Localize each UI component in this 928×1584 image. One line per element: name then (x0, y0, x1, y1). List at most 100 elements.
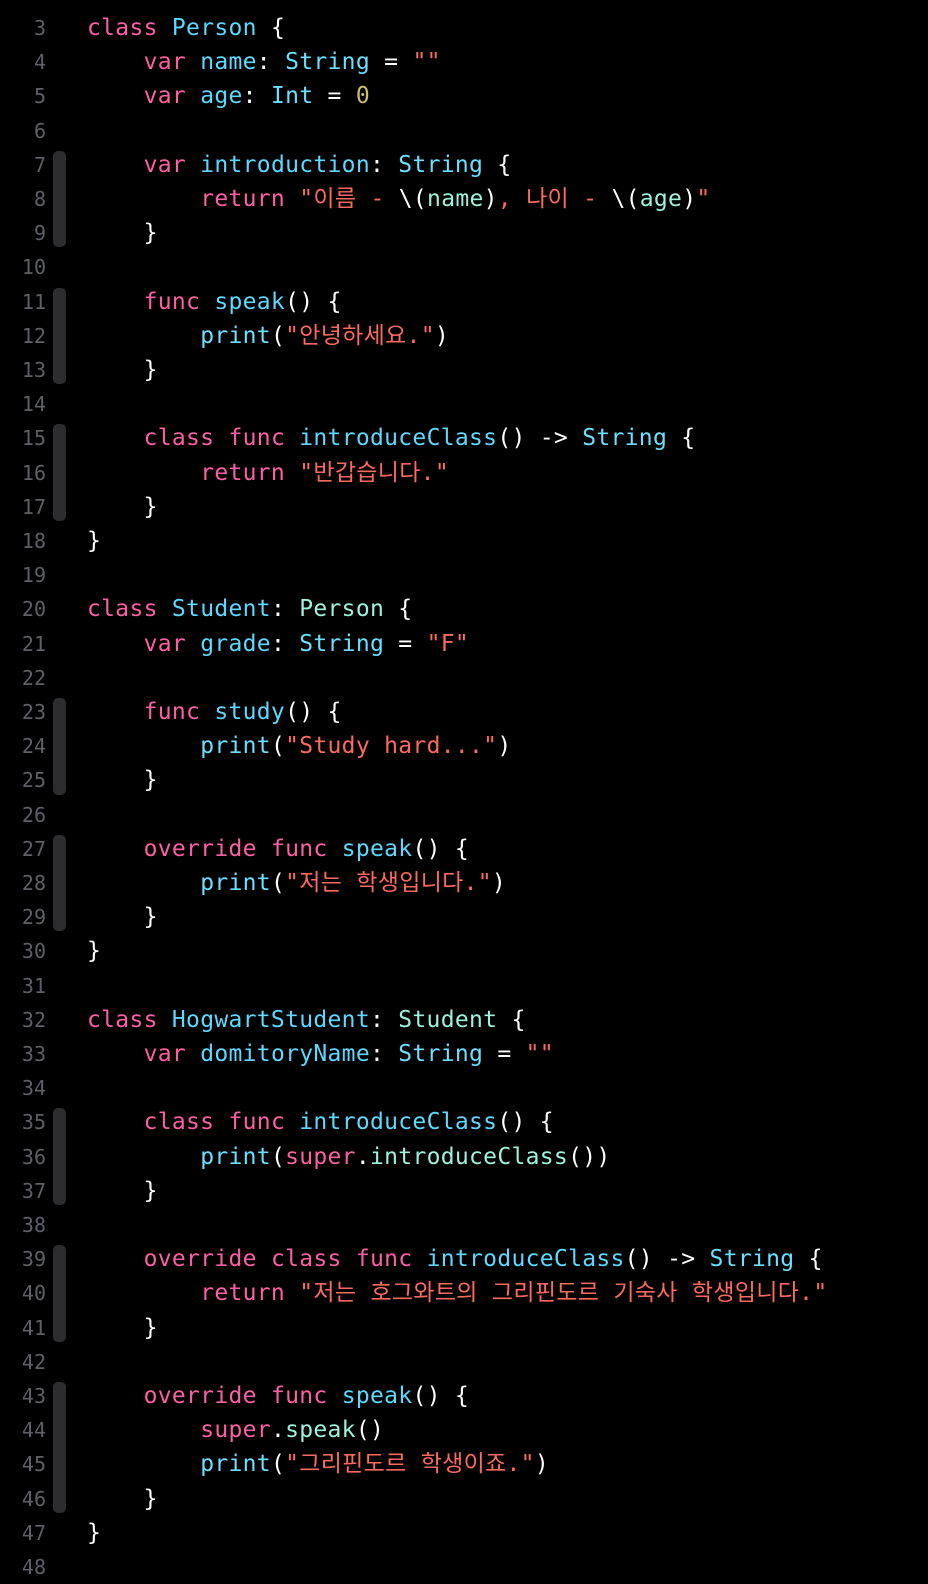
code-line[interactable]: 15 class func introduceClass() -> String… (0, 421, 928, 455)
code-line[interactable]: 16 return "반갑습니다." (0, 456, 928, 490)
code-token: 0 (355, 83, 371, 110)
code-fold-ribbon[interactable] (53, 424, 66, 521)
code-line[interactable]: 46 } (0, 1482, 928, 1516)
code-line[interactable]: 10 (0, 250, 928, 284)
code-text: class func introduceClass() -> String { (87, 421, 695, 455)
code-token: func (270, 835, 328, 862)
code-token: introduceClass (426, 1246, 625, 1273)
code-token: : (270, 596, 300, 623)
code-fold-ribbon[interactable] (53, 834, 66, 932)
code-token: var (143, 1041, 187, 1067)
code-line[interactable]: 8 return "이름 - \(name), 나이 - \(age)" (0, 182, 928, 216)
code-line[interactable]: 29 } (0, 900, 928, 934)
code-line[interactable]: 30} (0, 934, 928, 968)
code-fold-ribbon[interactable] (53, 1108, 66, 1205)
line-number: 16 (21, 460, 46, 485)
code-text: override func speak() { (87, 832, 469, 866)
code-line[interactable]: 18} (0, 524, 928, 558)
code-line[interactable]: 5 var age: Int = 0 (0, 79, 928, 113)
code-token: name (427, 186, 484, 212)
code-token: ) (497, 733, 512, 760)
code-text: print("Study hard...") (87, 729, 511, 763)
code-line[interactable]: 32 class HogwartStudent: Student { (0, 1003, 928, 1037)
code-token: : (242, 83, 271, 110)
code-line[interactable]: 11 func speak() { (0, 285, 928, 319)
code-line[interactable]: 38 (0, 1208, 928, 1242)
code-line[interactable]: 35 class func introduceClass() { (0, 1105, 928, 1139)
code-token: } (87, 904, 158, 931)
line-number: 20 (21, 597, 46, 622)
code-line[interactable]: 7 var introduction: String { (0, 148, 928, 182)
code-token: "그리핀도르 학생이죠." (285, 1451, 535, 1478)
code-line[interactable]: 27 override func speak() { (0, 832, 928, 866)
code-fold-ribbon[interactable] (53, 287, 66, 385)
code-line[interactable]: 19 (0, 558, 928, 592)
code-fold-ribbon[interactable] (53, 1245, 66, 1342)
code-line[interactable]: 22 (0, 661, 928, 695)
code-token: func (228, 1109, 286, 1136)
code-token: class (87, 15, 158, 41)
code-line[interactable]: 14 (0, 387, 928, 421)
code-line[interactable]: 26 (0, 798, 928, 832)
code-token: class (270, 1246, 342, 1273)
code-token: introduceClass (299, 1109, 498, 1136)
code-line[interactable]: 41 } (0, 1311, 928, 1345)
code-line[interactable]: 40 return "저는 호그와트의 그리핀도르 기숙사 학생입니다." (0, 1276, 928, 1310)
code-line[interactable]: 47} (0, 1516, 928, 1550)
code-line[interactable]: 3 class Person { (0, 11, 928, 45)
code-line[interactable]: 24 print("Study hard...") (0, 729, 928, 763)
code-line[interactable]: 25 } (0, 763, 928, 797)
code-line[interactable]: 37 } (0, 1174, 928, 1208)
code-line[interactable]: 39 override class func introduceClass() … (0, 1242, 928, 1276)
code-text: return "이름 - \(name), 나이 - \(age)" (87, 182, 711, 216)
code-line[interactable]: 36 print(super.introduceClass()) (0, 1140, 928, 1174)
code-token: func (143, 288, 201, 315)
line-number: 29 (21, 905, 46, 930)
code-line[interactable]: 6 (0, 114, 928, 148)
code-text: override class func introduceClass() -> … (87, 1242, 823, 1276)
code-token: { (483, 151, 512, 178)
code-text: func speak() { (87, 285, 342, 319)
code-line[interactable]: 4 var name: String = "" (0, 45, 928, 79)
code-line[interactable]: 23 func study() { (0, 695, 928, 729)
code-text: } (87, 216, 158, 250)
code-line[interactable]: 21 var grade: String = "F" (0, 627, 928, 661)
code-token: return (200, 186, 286, 212)
code-line[interactable]: 12 print("안녕하세요.") (0, 319, 928, 353)
code-line[interactable]: 20 class Student: Person { (0, 592, 928, 626)
code-fold-ribbon[interactable] (53, 698, 66, 795)
code-token: Student (171, 596, 271, 623)
code-line[interactable]: 42 (0, 1345, 928, 1379)
code-line[interactable]: 34 (0, 1071, 928, 1105)
code-line[interactable]: 45 print("그리핀도르 학생이죠.") (0, 1447, 928, 1481)
code-token: String (709, 1246, 795, 1273)
line-number: 4 (33, 50, 46, 75)
code-line[interactable]: 31 (0, 969, 928, 1003)
code-token: study (214, 699, 286, 725)
code-fold-ribbon[interactable] (53, 150, 66, 248)
code-line[interactable]: 33 var domitoryName: String = "" (0, 1037, 928, 1071)
code-line[interactable]: 44 super.speak() (0, 1413, 928, 1447)
code-line[interactable]: 48 (0, 1550, 928, 1584)
code-line[interactable]: 28 print("저는 학생입니다.") (0, 866, 928, 900)
code-token: name (200, 49, 257, 76)
code-token: ( (270, 1143, 286, 1170)
line-number: 13 (21, 358, 46, 382)
code-line[interactable]: 9 } (0, 216, 928, 250)
code-token: ) (534, 1451, 549, 1478)
code-line[interactable]: 17 } (0, 490, 928, 524)
code-fold-ribbon[interactable] (53, 1382, 66, 1513)
code-text: class func introduceClass() { (87, 1105, 554, 1139)
code-token: ) (491, 870, 507, 896)
code-line[interactable]: 43 override func speak() { (0, 1379, 928, 1413)
line-number: 26 (21, 802, 46, 827)
code-line[interactable]: 13 } (0, 353, 928, 387)
code-editor[interactable]: 3 class Person {4 var name: String = "" 5 … (0, 0, 928, 1579)
code-token: "저는 학생입니다." (285, 870, 492, 896)
